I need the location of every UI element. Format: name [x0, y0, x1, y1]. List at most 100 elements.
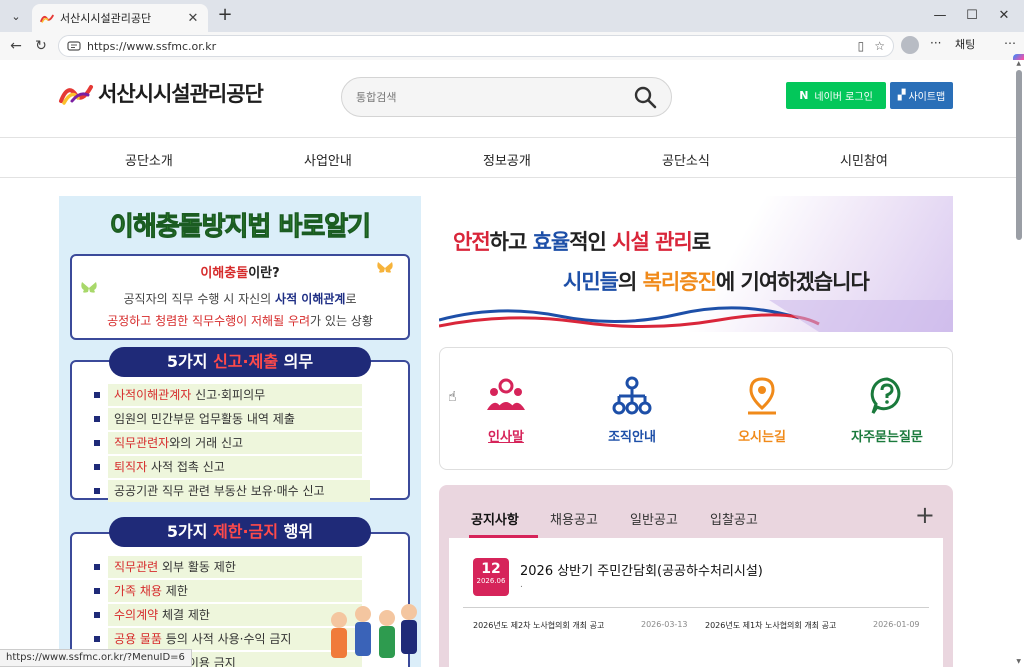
search-placeholder: 통합검색 [356, 91, 397, 104]
section-2-heading: 5가지 제한·금지 행위 [109, 517, 371, 547]
duty-list-box: 사적이해관계자 신고·회피의무 임원의 민간부문 업무활동 내역 제출 직무관련… [70, 360, 410, 502]
naver-login-button[interactable]: N 네이버 로그인 [786, 82, 886, 109]
profile-avatar[interactable] [901, 36, 919, 54]
slogan-line-2: 시민들의 복리증진에 기여하겠습니다 [563, 270, 870, 294]
tab-general[interactable]: 일반공고 [630, 509, 678, 528]
scroll-down-icon[interactable]: ▼ [1016, 658, 1021, 665]
tab-list-chevron-icon[interactable]: ⌄ [6, 6, 26, 26]
maximize-icon[interactable]: ☐ [962, 6, 982, 26]
poster-title: 이해충돌방지법 바로알기 [109, 212, 371, 243]
url-field[interactable]: https://www.ssfmc.or.kr ▯ ☆ [58, 35, 894, 57]
notice-item-title[interactable]: 2026년도 제1차 노사협의회 개최 공고 [705, 620, 836, 631]
browser-tab[interactable]: 서산시시설관리공단 ✕ [32, 4, 208, 32]
quick-link-faq[interactable]: 자주묻는질문 [837, 376, 937, 445]
naver-n-icon: N [799, 89, 809, 102]
list-bullet [94, 612, 100, 618]
naver-login-label: 네이버 로그인 [814, 92, 873, 103]
quick-link-label: 자주묻는질문 [851, 430, 923, 445]
quick-links-panel: 인사말 조직안내 오시는길 자주묻는질문 [439, 347, 953, 470]
url-text: https://www.ssfmc.or.kr [87, 39, 217, 53]
copilot-chat-button[interactable]: 채팅 [955, 36, 1024, 70]
search-input[interactable]: 통합검색 [341, 77, 672, 117]
nav-item-about[interactable]: 공단소개 [125, 150, 173, 169]
main-navigation: 공단소개 사업안내 정보공개 공단소식 시민참여 [0, 138, 1016, 178]
definition-line-2: 공정하고 청렴한 직무수행이 저해될 우려가 있는 상황 [107, 314, 373, 328]
more-menu-icon[interactable]: ··· [930, 36, 941, 50]
definition-box: 이해충돌이란? 공직자의 직무 수행 시 자신의 사적 이해관계로 공정하고 청… [70, 254, 410, 340]
featured-notice-summary: . [520, 580, 523, 590]
list-item: 직무관련자와의 거래 신고 [108, 432, 362, 454]
notice-item-date: 2026-01-09 [873, 620, 920, 629]
sitemap-button[interactable]: ▞ 사이트맵 [890, 82, 953, 109]
notice-item-title[interactable]: 2026년도 제2차 노사협의회 개최 공고 [473, 620, 604, 631]
people-icon [487, 378, 525, 410]
list-item: 공공기관 직무 관련 부동산 보유·매수 신고 [108, 480, 370, 502]
banner-wave-decoration [439, 300, 953, 332]
back-icon[interactable]: ← [6, 36, 26, 56]
org-chart-icon [612, 376, 652, 415]
list-bullet [94, 588, 100, 594]
scroll-up-icon[interactable]: ▲ [1016, 60, 1021, 67]
notice-board: 공지사항 채용공고 일반공고 입찰공고 + 12 2026.06 2026 상반… [439, 485, 953, 667]
minimize-icon[interactable]: — [930, 6, 950, 26]
definition-line-1: 공직자의 직무 수행 시 자신의 사적 이해관계로 [123, 292, 357, 306]
site-info-icon[interactable] [67, 40, 81, 52]
site-header: 서산시시설관리공단 통합검색 N 네이버 로그인 ▞ 사이트맵 [0, 60, 1016, 138]
new-tab-icon[interactable]: + [214, 5, 236, 27]
nav-item-disclosure[interactable]: 정보공개 [483, 150, 531, 169]
close-tab-icon[interactable]: ✕ [186, 11, 200, 26]
featured-notice-title[interactable]: 2026 상반기 주민간담회(공공하수처리시설) [520, 560, 763, 579]
logo-text: 서산시시설관리공단 [98, 82, 264, 106]
reader-view-icon[interactable]: ▯ [858, 39, 865, 53]
status-bar-url: https://www.ssfmc.or.kr/?MenuID=6 [0, 649, 192, 667]
list-item: 임원의 민간부문 업무활동 내역 제출 [108, 408, 362, 430]
divider [463, 607, 929, 608]
list-bullet [94, 416, 100, 422]
map-icon: ▞ [897, 90, 906, 101]
list-item: 사적이해관계자 신고·회피의무 [108, 384, 362, 406]
quick-link-organization[interactable]: 조직안내 [582, 376, 682, 445]
quick-link-label: 조직안내 [608, 430, 656, 445]
search-icon[interactable] [633, 85, 657, 109]
nav-item-participation[interactable]: 시민참여 [840, 150, 888, 169]
more-tools-icon[interactable]: ⋯ [1004, 36, 1016, 50]
address-bar: ← ↻ https://www.ssfmc.or.kr ▯ ☆ ··· 채팅 ⋯ [0, 32, 1024, 70]
board-tabs: 공지사항 채용공고 일반공고 입찰공고 + [449, 485, 943, 538]
sitemap-label: 사이트맵 [908, 92, 946, 103]
list-bullet [94, 392, 100, 398]
list-bullet [94, 440, 100, 446]
conflict-of-interest-poster[interactable]: 이해충돌방지법 바로알기 이해충돌이란? 공직자의 직무 수행 시 자신의 사적… [59, 196, 421, 667]
nav-item-business[interactable]: 사업안내 [304, 150, 352, 169]
page-viewport: 서산시시설관리공단 통합검색 N 네이버 로그인 ▞ 사이트맵 공단소개 사업안… [0, 60, 1024, 667]
list-bullet [94, 464, 100, 470]
notice-item-date: 2026-03-13 [641, 620, 688, 629]
site-logo[interactable]: 서산시시설관리공단 [58, 78, 264, 108]
tab-notices[interactable]: 공지사항 [471, 509, 519, 528]
tab-title: 서산시시설관리공단 [60, 12, 152, 25]
slogan-banner[interactable]: 안전하고 효율적인 시설 관리로 시민들의 복리증진에 기여하겠습니다 [439, 196, 953, 332]
vertical-scrollbar[interactable] [1016, 70, 1022, 240]
nav-item-news[interactable]: 공단소식 [662, 150, 710, 169]
people-illustration [331, 604, 417, 658]
quick-link-label: 오시는길 [738, 430, 786, 445]
copilot-label: 채팅 [955, 38, 976, 51]
close-window-icon[interactable]: ✕ [994, 6, 1014, 26]
list-item: 직무관련 외부 활동 제한 [108, 556, 362, 578]
question-icon [870, 377, 901, 414]
more-plus-icon[interactable]: + [915, 501, 935, 529]
section-1-heading: 5가지 신고·제출 의무 [109, 347, 371, 377]
quick-link-directions[interactable]: 오시는길 [712, 376, 812, 445]
tab-recruitment[interactable]: 채용공고 [550, 509, 598, 528]
list-bullet [94, 564, 100, 570]
browser-tab-bar: ⌄ 서산시시설관리공단 ✕ + — ☐ ✕ [0, 0, 1024, 32]
list-item: 퇴직자 사적 접촉 신고 [108, 456, 362, 478]
favorite-star-icon[interactable]: ☆ [874, 39, 885, 53]
site-favicon-icon [40, 14, 54, 23]
mouse-cursor-icon: ☝ [448, 389, 457, 405]
quick-link-greeting[interactable]: 인사말 [456, 376, 556, 445]
refresh-icon[interactable]: ↻ [31, 36, 51, 56]
quick-link-label: 인사말 [488, 430, 524, 445]
slogan-line-1: 안전하고 효율적인 시설 관리로 [453, 230, 711, 254]
tab-bids[interactable]: 입찰공고 [710, 509, 758, 528]
location-pin-icon [748, 377, 776, 415]
